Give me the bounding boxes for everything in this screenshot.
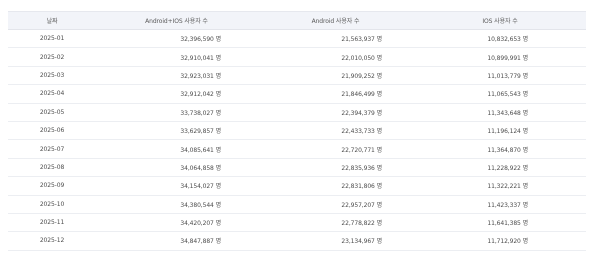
table-row: 2025-02 32,910,041 명 22,010,050 명 10,899… <box>8 47 586 67</box>
table-row: 2025-05 33,738,027 명 22,394,379 명 11,343… <box>8 103 586 122</box>
user-count-table-container: 날짜 Android+IOS 사용자 수 Android 사용자 수 IOS 사… <box>8 11 586 251</box>
table-row: 2025-09 34,154,027 명 22,831,806 명 11,322… <box>8 176 586 196</box>
cell-total-users: 32,910,041 명 <box>96 47 257 67</box>
cell-android-users: 22,433,733 명 <box>257 121 414 141</box>
cell-total-users: 32,396,590 명 <box>96 29 257 49</box>
cell-ios-users: 11,343,648 명 <box>414 103 586 122</box>
table-row: 2025-06 33,629,857 명 22,433,733 명 11,196… <box>8 121 586 141</box>
table-row: 2025-11 34,420,207 명 22,778,822 명 11,641… <box>8 213 586 233</box>
cell-android-users: 21,846,499 명 <box>257 84 414 104</box>
cell-month: 2025-04 <box>8 84 96 104</box>
cell-total-users: 34,064,858 명 <box>96 158 257 178</box>
cell-total-users: 34,085,641 명 <box>96 139 257 159</box>
table-row: 2025-07 34,085,641 명 22,720,771 명 11,364… <box>8 139 586 159</box>
header-total-users: Android+IOS 사용자 수 <box>96 11 257 30</box>
table-row: 2025-03 32,923,031 명 21,909,252 명 11,013… <box>8 66 586 86</box>
cell-month: 2025-03 <box>8 66 96 86</box>
cell-android-users: 22,831,806 명 <box>257 176 414 196</box>
cell-ios-users: 11,228,922 명 <box>414 158 586 178</box>
table-row: 2025-08 34,064,858 명 22,835,936 명 11,228… <box>8 158 586 178</box>
table-header: 날짜 Android+IOS 사용자 수 Android 사용자 수 IOS 사… <box>8 11 586 30</box>
header-month: 날짜 <box>8 11 96 30</box>
cell-android-users: 22,957,207 명 <box>257 195 414 214</box>
cell-android-users: 21,909,252 명 <box>257 66 414 86</box>
cell-total-users: 34,420,207 명 <box>96 213 257 233</box>
table-row: 2025-01 32,396,590 명 21,563,937 명 10,832… <box>8 29 586 49</box>
cell-month: 2025-08 <box>8 158 96 178</box>
table-row: 2025-04 32,912,042 명 21,846,499 명 11,065… <box>8 84 586 104</box>
cell-month: 2025-10 <box>8 195 96 214</box>
cell-total-users: 34,380,544 명 <box>96 195 257 214</box>
cell-ios-users: 11,322,221 명 <box>414 176 586 196</box>
cell-ios-users: 11,013,779 명 <box>414 66 586 86</box>
cell-android-users: 21,563,937 명 <box>257 29 414 49</box>
cell-total-users: 34,847,887 명 <box>96 231 257 251</box>
cell-total-users: 32,912,042 명 <box>96 84 257 104</box>
table-body: 2025-01 32,396,590 명 21,563,937 명 10,832… <box>8 29 586 251</box>
cell-ios-users: 11,423,337 명 <box>414 195 586 214</box>
cell-android-users: 22,835,936 명 <box>257 158 414 178</box>
cell-android-users: 22,720,771 명 <box>257 139 414 159</box>
table-row: 2025-12 34,847,887 명 23,134,967 명 11,712… <box>8 231 586 251</box>
cell-total-users: 33,629,857 명 <box>96 121 257 141</box>
cell-month: 2025-02 <box>8 47 96 67</box>
cell-month: 2025-09 <box>8 176 96 196</box>
cell-android-users: 22,778,822 명 <box>257 213 414 233</box>
cell-month: 2025-06 <box>8 121 96 141</box>
cell-android-users: 23,134,967 명 <box>257 231 414 251</box>
cell-ios-users: 10,899,991 명 <box>414 47 586 67</box>
cell-android-users: 22,010,050 명 <box>257 47 414 67</box>
header-ios-users: IOS 사용자 수 <box>414 11 586 30</box>
cell-month: 2025-12 <box>8 231 96 251</box>
cell-month: 2025-05 <box>8 103 96 122</box>
cell-month: 2025-11 <box>8 213 96 233</box>
table-header-row: 날짜 Android+IOS 사용자 수 Android 사용자 수 IOS 사… <box>8 11 586 30</box>
cell-ios-users: 11,712,920 명 <box>414 231 586 251</box>
cell-ios-users: 10,832,653 명 <box>414 29 586 49</box>
table-row: 2025-10 34,380,544 명 22,957,207 명 11,423… <box>8 195 586 214</box>
cell-ios-users: 11,641,385 명 <box>414 213 586 233</box>
cell-total-users: 33,738,027 명 <box>96 103 257 122</box>
cell-ios-users: 11,065,543 명 <box>414 84 586 104</box>
cell-month: 2025-01 <box>8 29 96 49</box>
user-count-table: 날짜 Android+IOS 사용자 수 Android 사용자 수 IOS 사… <box>8 11 586 251</box>
cell-total-users: 34,154,027 명 <box>96 176 257 196</box>
cell-total-users: 32,923,031 명 <box>96 66 257 86</box>
cell-ios-users: 11,364,870 명 <box>414 139 586 159</box>
header-android-users: Android 사용자 수 <box>257 11 414 30</box>
cell-month: 2025-07 <box>8 139 96 159</box>
cell-android-users: 22,394,379 명 <box>257 103 414 122</box>
cell-ios-users: 11,196,124 명 <box>414 121 586 141</box>
